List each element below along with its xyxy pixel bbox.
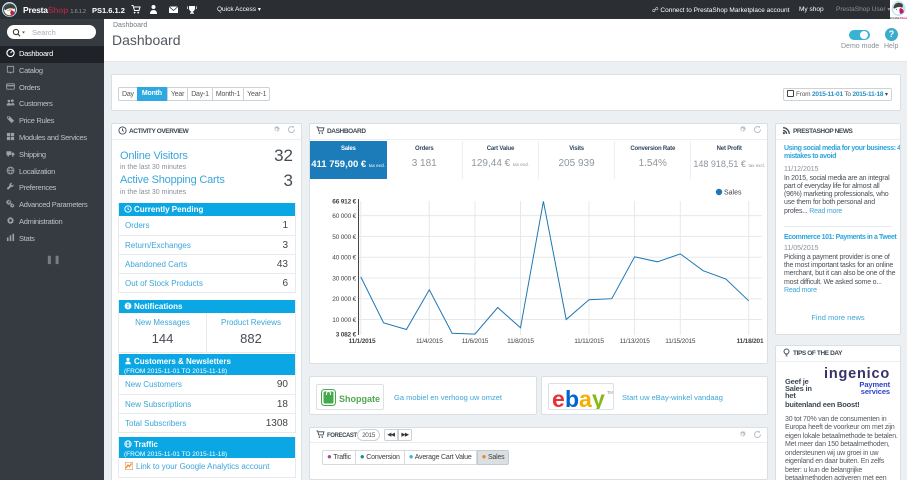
svg-text:11/11/2015: 11/11/2015 (574, 338, 604, 345)
svg-text:50 000 €: 50 000 € (332, 234, 356, 241)
svg-text:40 000 €: 40 000 € (332, 255, 356, 262)
svg-text:60 000 €: 60 000 € (332, 213, 356, 220)
svg-text:66 912 €: 66 912 € (332, 199, 356, 206)
svg-text:e: e (552, 386, 565, 409)
svg-text:11/15/2015: 11/15/2015 (665, 338, 696, 345)
svg-text:11/13/2015: 11/13/2015 (620, 338, 651, 345)
svg-text:y: y (592, 386, 605, 409)
svg-text:11/4/2015: 11/4/2015 (416, 338, 443, 345)
svg-text:a: a (579, 386, 592, 409)
svg-text:b: b (565, 386, 579, 409)
svg-text:10 000 €: 10 000 € (332, 317, 356, 324)
svg-text:30 000 €: 30 000 € (332, 275, 356, 282)
svg-text:11/1/2015: 11/1/2015 (349, 338, 376, 345)
svg-text:TM: TM (607, 390, 613, 395)
svg-text:11/8/2015: 11/8/2015 (507, 338, 534, 345)
svg-text:11/18/201: 11/18/201 (737, 338, 764, 345)
svg-text:Sales: Sales (724, 190, 742, 197)
svg-text:20 000 €: 20 000 € (332, 296, 356, 303)
svg-text:11/6/2015: 11/6/2015 (462, 338, 489, 345)
